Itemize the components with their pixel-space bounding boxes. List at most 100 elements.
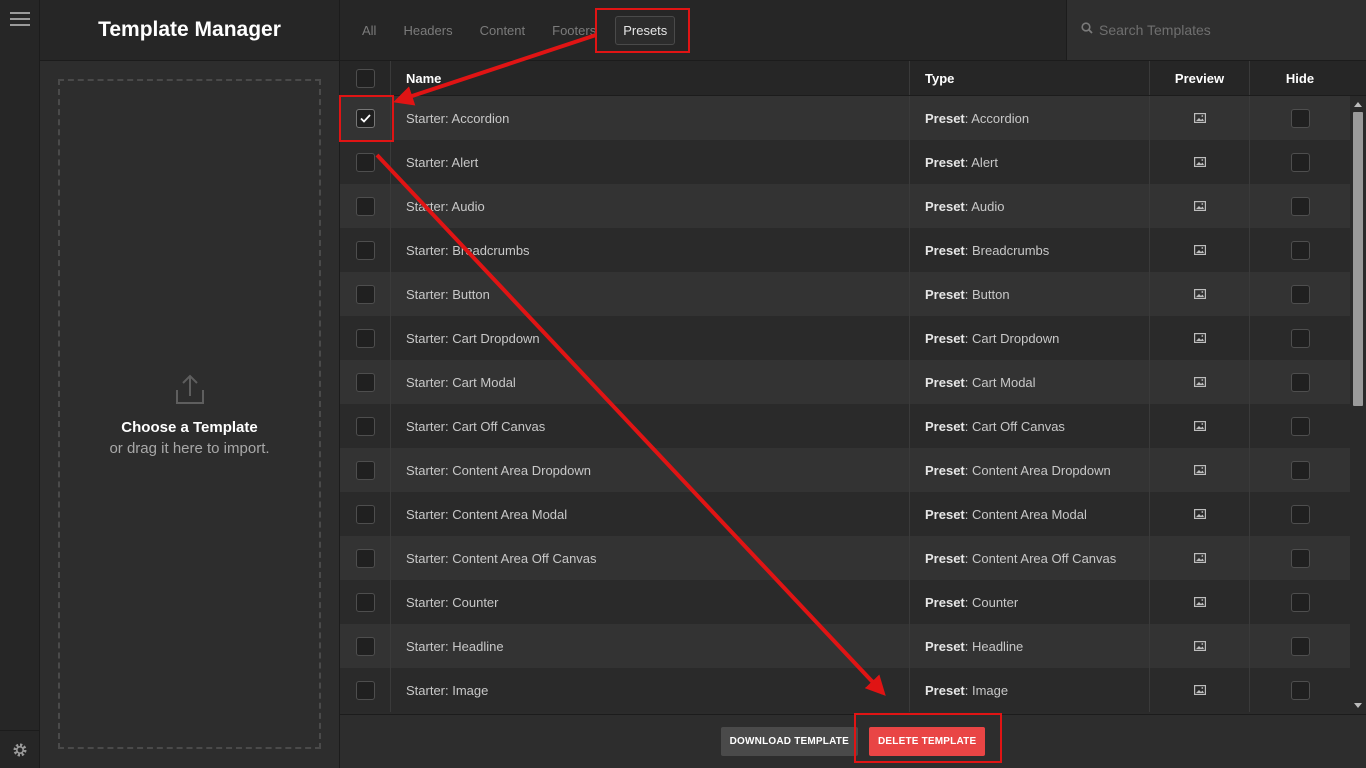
- table-row[interactable]: Starter: Accordion Preset: Accordion: [340, 96, 1366, 140]
- row-select-checkbox[interactable]: [355, 328, 375, 348]
- tab-footers[interactable]: Footers: [544, 16, 604, 45]
- image-icon[interactable]: [1193, 113, 1206, 123]
- row-select-checkbox[interactable]: [355, 108, 375, 128]
- row-name: Starter: Image: [391, 668, 910, 712]
- hide-checkbox[interactable]: [1290, 284, 1310, 304]
- column-header-name[interactable]: Name: [391, 61, 910, 95]
- row-name-text: Starter: Content Area Dropdown: [406, 462, 591, 478]
- row-type-prefix: Preset: [925, 418, 965, 434]
- hide-checkbox[interactable]: [1290, 108, 1310, 128]
- table-row[interactable]: Starter: Content Area Off Canvas Preset: …: [340, 536, 1366, 580]
- template-dropzone[interactable]: Choose a Template or drag it here to imp…: [58, 79, 321, 749]
- table-row[interactable]: Starter: Content Area Modal Preset: Conte…: [340, 492, 1366, 536]
- row-select-checkbox[interactable]: [355, 416, 375, 436]
- search-input[interactable]: [1099, 22, 1339, 38]
- hide-checkbox[interactable]: [1290, 240, 1310, 260]
- upload-icon: [174, 372, 206, 411]
- table-header: Name Type Preview Hide: [340, 61, 1366, 96]
- row-select-checkbox[interactable]: [355, 636, 375, 656]
- table-row[interactable]: Starter: Audio Preset: Audio: [340, 184, 1366, 228]
- image-icon[interactable]: [1193, 597, 1206, 607]
- row-select-checkbox[interactable]: [355, 196, 375, 216]
- row-type-value: : Cart Off Canvas: [964, 418, 1065, 434]
- row-select-checkbox[interactable]: [355, 284, 375, 304]
- row-name: Starter: Cart Dropdown: [391, 316, 910, 360]
- table-scrollbar[interactable]: [1350, 96, 1366, 714]
- image-icon[interactable]: [1193, 201, 1206, 211]
- table-row[interactable]: Starter: Content Area Dropdown Preset: Co…: [340, 448, 1366, 492]
- image-icon[interactable]: [1193, 641, 1206, 651]
- table-row[interactable]: Starter: Cart Off Canvas Preset: Cart Off…: [340, 404, 1366, 448]
- tab-content[interactable]: Content: [472, 16, 534, 45]
- hide-checkbox[interactable]: [1290, 636, 1310, 656]
- hide-checkbox[interactable]: [1290, 416, 1310, 436]
- image-icon[interactable]: [1193, 421, 1206, 431]
- row-name-text: Starter: Counter: [406, 594, 499, 610]
- image-icon[interactable]: [1193, 333, 1206, 343]
- download-template-button[interactable]: DOWNLOAD TEMPLATE: [720, 727, 858, 756]
- hide-checkbox[interactable]: [1290, 196, 1310, 216]
- select-all-checkbox[interactable]: [355, 68, 375, 88]
- row-type: Preset: Cart Off Canvas: [910, 404, 1150, 448]
- image-icon[interactable]: [1193, 157, 1206, 167]
- column-header-preview: Preview: [1150, 61, 1250, 95]
- hide-checkbox[interactable]: [1290, 372, 1310, 392]
- row-name-text: Starter: Alert: [406, 154, 479, 170]
- table-row[interactable]: Starter: Cart Modal Preset: Cart Modal: [340, 360, 1366, 404]
- table-row[interactable]: Starter: Image Preset: Image: [340, 668, 1366, 712]
- row-select-checkbox[interactable]: [355, 592, 375, 612]
- row-name-text: Starter: Content Area Off Canvas: [406, 550, 597, 566]
- row-type: Preset: Cart Dropdown: [910, 316, 1150, 360]
- row-hide-cell: [1250, 492, 1350, 536]
- row-select-cell: [340, 448, 391, 492]
- hide-checkbox[interactable]: [1290, 460, 1310, 480]
- row-select-checkbox[interactable]: [355, 680, 375, 700]
- tab-all[interactable]: All: [354, 16, 384, 45]
- image-icon[interactable]: [1193, 377, 1206, 387]
- hide-checkbox[interactable]: [1290, 680, 1310, 700]
- row-select-checkbox[interactable]: [355, 548, 375, 568]
- delete-template-button[interactable]: DELETE TEMPLATE: [868, 727, 986, 756]
- image-icon[interactable]: [1193, 465, 1206, 475]
- row-type-value: : Image: [964, 682, 1009, 698]
- row-select-checkbox[interactable]: [355, 460, 375, 480]
- templates-table: Name Type Preview Hide Starter: Accordio…: [340, 61, 1366, 714]
- hide-checkbox[interactable]: [1290, 152, 1310, 172]
- gear-icon[interactable]: [0, 730, 40, 768]
- image-icon[interactable]: [1193, 553, 1206, 563]
- column-header-type[interactable]: Type: [910, 61, 1150, 95]
- row-preview-cell: [1150, 580, 1250, 624]
- row-name-text: Starter: Headline: [406, 638, 504, 654]
- table-row[interactable]: Starter: Breadcrumbs Preset: Breadcrumbs: [340, 228, 1366, 272]
- table-row[interactable]: Starter: Headline Preset: Headline: [340, 624, 1366, 668]
- hide-checkbox[interactable]: [1290, 328, 1310, 348]
- hide-checkbox[interactable]: [1290, 592, 1310, 612]
- row-select-checkbox[interactable]: [355, 504, 375, 524]
- scroll-down-arrow-icon[interactable]: [1354, 703, 1362, 708]
- row-select-checkbox[interactable]: [355, 152, 375, 172]
- row-type-prefix: Preset: [925, 154, 965, 170]
- row-name: Starter: Cart Modal: [391, 360, 910, 404]
- hide-checkbox[interactable]: [1290, 504, 1310, 524]
- row-select-cell: [340, 668, 391, 712]
- filter-tabs: All Headers Content Footers Presets: [340, 0, 1066, 61]
- import-panel: Template Manager Choose a Template or dr…: [40, 0, 340, 768]
- table-row[interactable]: Starter: Alert Preset: Alert: [340, 140, 1366, 184]
- image-icon[interactable]: [1193, 509, 1206, 519]
- image-icon[interactable]: [1193, 245, 1206, 255]
- table-row[interactable]: Starter: Counter Preset: Counter: [340, 580, 1366, 624]
- row-select-checkbox[interactable]: [355, 240, 375, 260]
- row-type-prefix: Preset: [925, 638, 965, 654]
- tab-headers[interactable]: Headers: [395, 16, 460, 45]
- hamburger-menu-icon[interactable]: [10, 12, 30, 28]
- tab-presets[interactable]: Presets: [615, 15, 676, 45]
- scrollbar-thumb[interactable]: [1353, 112, 1363, 406]
- image-icon[interactable]: [1193, 685, 1206, 695]
- scroll-up-arrow-icon[interactable]: [1354, 102, 1362, 107]
- row-select-checkbox[interactable]: [355, 372, 375, 392]
- table-row[interactable]: Starter: Button Preset: Button: [340, 272, 1366, 316]
- table-row[interactable]: Starter: Cart Dropdown Preset: Cart Dropd…: [340, 316, 1366, 360]
- hide-checkbox[interactable]: [1290, 548, 1310, 568]
- row-name: Starter: Cart Off Canvas: [391, 404, 910, 448]
- image-icon[interactable]: [1193, 289, 1206, 299]
